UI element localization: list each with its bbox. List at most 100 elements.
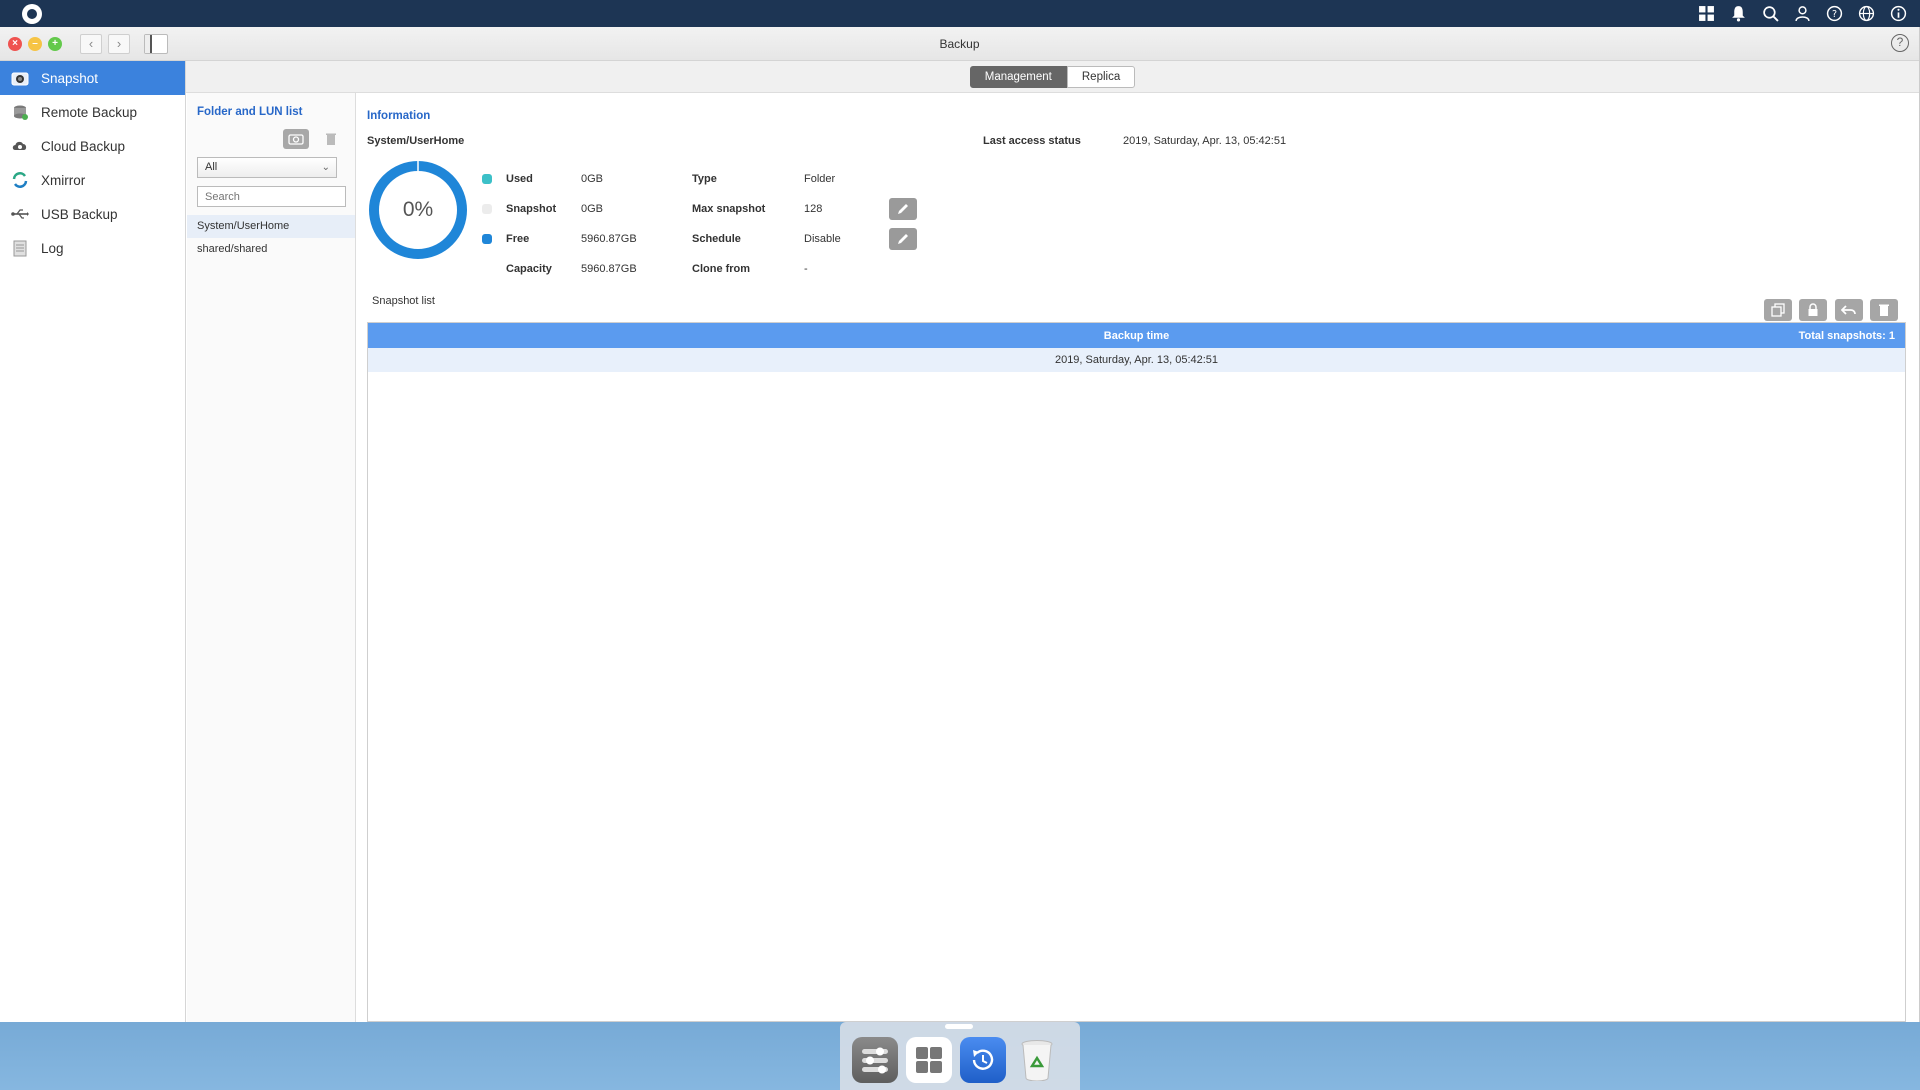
folder-item-shared[interactable]: shared/shared [187,238,355,261]
dock [840,1022,1080,1090]
main-menu-app-icon[interactable] [906,1037,952,1083]
sidebar-item-label: USB Backup [41,206,118,222]
backup-time-column-header[interactable]: Backup time [368,330,1905,342]
used-value: 0GB [581,173,604,185]
folder-filter-select[interactable]: All ⌄ [197,157,337,178]
clone-from-value: - [804,263,808,275]
language-globe-icon[interactable] [1850,0,1882,27]
sidebar-item-xmirror[interactable]: Xmirror [0,163,185,197]
tab-management[interactable]: Management [969,65,1067,88]
user-icon[interactable] [1786,0,1818,27]
type-value: Folder [804,173,836,185]
sidebar-item-snapshot[interactable]: Snapshot [0,61,185,95]
maximize-window-button[interactable]: + [48,36,62,51]
svg-text:?: ? [1831,9,1836,20]
backup-window: × – + ‹ › Backup ? Snapshot Remote Backu… [0,27,1920,1022]
folder-search-input[interactable] [197,186,346,207]
sidebar: Snapshot Remote Backup Cloud Backup Xmir… [0,61,186,1022]
cloud-backup-icon [10,136,30,156]
folder-filter-value: All [205,161,218,173]
search-icon[interactable] [1754,0,1786,27]
lock-icon [1808,303,1818,316]
clone-snapshot-button[interactable] [1764,299,1792,321]
free-legend-swatch [482,234,492,244]
delete-snapshot-button[interactable] [1870,299,1898,321]
minimize-window-button[interactable]: – [28,36,42,51]
sidebar-item-cloud-backup[interactable]: Cloud Backup [0,129,185,163]
used-label: Used [506,173,533,185]
pencil-icon [898,234,908,244]
take-snapshot-button[interactable] [283,129,309,149]
sidebar-item-label: Cloud Backup [41,138,126,154]
backup-app-icon[interactable] [960,1037,1006,1083]
sidebar-item-label: Remote Backup [41,104,138,120]
close-window-button[interactable]: × [8,36,22,51]
system-info-icon[interactable] [1882,0,1914,27]
window-help-button[interactable]: ? [1891,34,1909,52]
lock-snapshot-button[interactable] [1799,299,1827,321]
window-title: Backup [939,36,980,51]
sidebar-item-label: Log [41,240,64,256]
schedule-value: Disable [804,233,841,245]
free-label: Free [506,233,530,245]
selected-folder-name: System/UserHome [367,135,465,147]
window-titlebar: × – + ‹ › Backup ? [0,27,1919,61]
control-panel-app-icon[interactable] [852,1037,898,1083]
undo-icon [1841,305,1856,315]
pencil-icon [898,204,908,214]
table-row[interactable]: 2019, Saturday, Apr. 13, 05:42:51 [368,348,1905,372]
clone-from-label: Clone from [692,263,751,275]
snapshot-table-header: Backup time Total snapshots: 1 [368,323,1905,348]
dock-handle[interactable] [945,1024,973,1029]
max-snapshot-label: Max snapshot [692,203,766,215]
system-taskbar: ? [0,0,1920,27]
folder-item-system-userhome[interactable]: System/UserHome [187,215,355,238]
snapshot-size-value: 0GB [581,203,604,215]
apps-grid-icon[interactable] [1690,0,1722,27]
copy-icon [1771,303,1785,317]
folder-lun-panel: Folder and LUN list All ⌄ System/UserHom… [187,93,356,1022]
max-snapshot-value: 128 [804,203,823,215]
camera-icon [288,134,304,145]
sidebar-item-label: Snapshot [41,70,99,86]
help-icon[interactable]: ? [1818,0,1850,27]
folder-list-title: Folder and LUN list [197,106,303,118]
sidebar-item-label: Xmirror [41,172,86,188]
snapshot-size-label: Snapshot [506,203,557,215]
capacity-value: 5960.87GB [581,263,637,275]
forward-button[interactable]: › [108,33,130,54]
tab-replica[interactable]: Replica [1066,65,1136,88]
usage-percent-label: 0% [402,198,434,221]
back-button[interactable]: ‹ [80,33,102,54]
information-heading: Information [367,110,431,122]
snapshot-list-title: Snapshot list [372,295,435,307]
sidebar-item-usb-backup[interactable]: USB Backup [0,197,185,231]
revert-snapshot-button[interactable] [1835,299,1863,321]
sidebar-item-log[interactable]: Log [0,231,185,265]
qnap-logo-icon[interactable] [22,3,42,24]
info-panel: Information System/UserHome Last access … [357,93,1919,1022]
notification-bell-icon[interactable] [1722,0,1754,27]
usage-donut-chart: 0% [367,159,469,261]
type-label: Type [692,173,717,185]
usb-icon [10,204,30,224]
used-legend-swatch [482,174,492,184]
camera-icon [10,68,30,88]
trash-icon [1879,304,1889,316]
sidebar-item-remote-backup[interactable]: Remote Backup [0,95,185,129]
free-value: 5960.87GB [581,233,637,245]
schedule-label: Schedule [692,233,741,245]
trash-icon [326,133,336,145]
capacity-label: Capacity [506,263,552,275]
remote-backup-icon [10,102,30,122]
snapshot-legend-swatch [482,204,492,214]
toggle-sidebar-button[interactable] [144,33,168,54]
snapshot-table: Backup time Total snapshots: 1 2019, Sat… [367,322,1906,1022]
sync-icon [10,170,30,190]
edit-max-snapshot-button[interactable] [889,198,917,220]
recycle-bin-icon[interactable] [1014,1037,1060,1083]
total-snapshots-count: Total snapshots: 1 [1798,329,1895,342]
edit-schedule-button[interactable] [889,228,917,250]
last-access-label: Last access status [983,135,1081,147]
delete-button[interactable] [318,129,344,149]
